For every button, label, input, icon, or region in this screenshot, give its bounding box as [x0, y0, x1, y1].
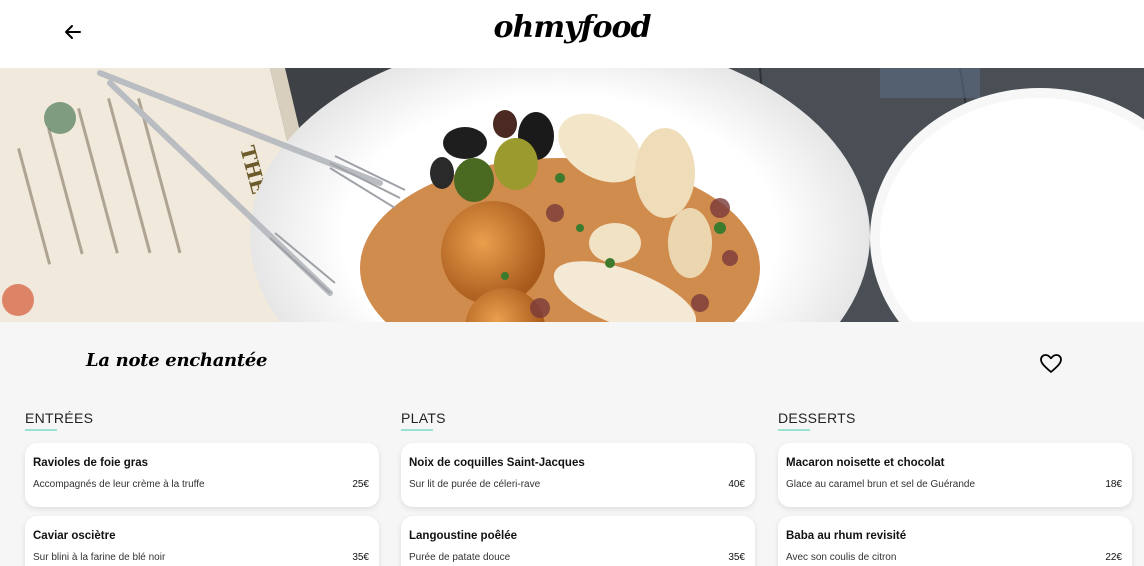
- dish-description: Avec son coulis de citron: [786, 552, 897, 563]
- dish-price: 35€: [352, 552, 369, 563]
- dish-name: Langoustine poêlée: [409, 530, 517, 542]
- dish-card[interactable]: Ravioles de foie gras Accompagnés de leu…: [25, 443, 379, 507]
- column-title: DESSERTS: [778, 410, 856, 426]
- title-underline: [778, 429, 810, 431]
- heart-icon[interactable]: [1040, 354, 1062, 374]
- dish-description: Accompagnés de leur crème à la truffe: [33, 479, 205, 490]
- app-header: ohmyfood: [0, 0, 1144, 68]
- dish-card[interactable]: Noix de coquilles Saint-Jacques Sur lit …: [401, 443, 755, 507]
- dish-description: Glace au caramel brun et sel de Guérande: [786, 479, 975, 490]
- dish-name: Noix de coquilles Saint-Jacques: [409, 457, 585, 469]
- dish-price: 40€: [728, 479, 745, 490]
- app-logo[interactable]: ohmyfood: [0, 10, 1144, 45]
- dish-price: 25€: [352, 479, 369, 490]
- dish-card[interactable]: Langoustine poêlée Purée de patate douce…: [401, 516, 755, 566]
- dish-description: Sur lit de purée de céleri-rave: [409, 479, 541, 490]
- hero-image: THE BITE: [0, 68, 1144, 322]
- column-title: PLATS: [401, 410, 446, 426]
- dish-name: Caviar osciètre: [33, 530, 116, 542]
- dish-card[interactable]: Caviar osciètre Sur blini à la farine de…: [25, 516, 379, 566]
- menu-column-entrees: ENTRÉES Ravioles de foie gras Accompagné…: [25, 410, 379, 566]
- restaurant-name: La note enchantée: [86, 350, 268, 371]
- column-title: ENTRÉES: [25, 410, 94, 426]
- dish-price: 22€: [1105, 552, 1122, 563]
- dish-card[interactable]: Macaron noisette et chocolat Glace au ca…: [778, 443, 1132, 507]
- dish-name: Macaron noisette et chocolat: [786, 457, 945, 469]
- dish-name: Baba au rhum revisité: [786, 530, 907, 542]
- dish-description: Sur blini à la farine de blé noir: [33, 552, 166, 563]
- menu-column-plats: PLATS Noix de coquilles Saint-Jacques Su…: [401, 410, 755, 566]
- menu-column-desserts: DESSERTS Macaron noisette et chocolat Gl…: [778, 410, 1132, 566]
- dish-description: Purée de patate douce: [409, 552, 511, 563]
- dish-price: 18€: [1105, 479, 1122, 490]
- dish-card[interactable]: Baba au rhum revisité Avec son coulis de…: [778, 516, 1132, 566]
- dish-price: 35€: [728, 552, 745, 563]
- title-underline: [25, 429, 57, 431]
- dish-name: Ravioles de foie gras: [33, 457, 149, 469]
- title-underline: [401, 429, 433, 431]
